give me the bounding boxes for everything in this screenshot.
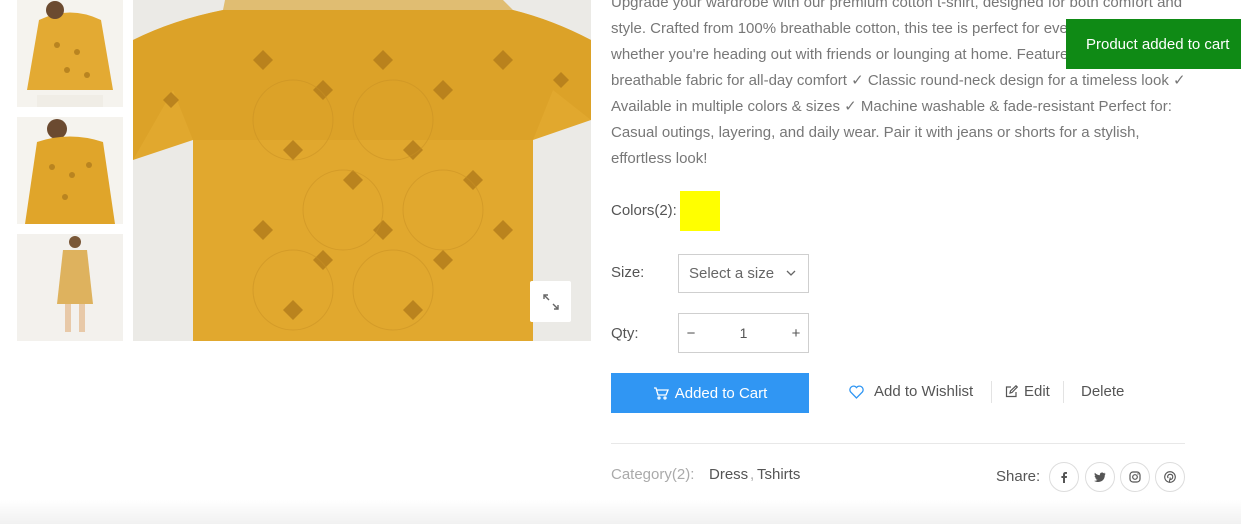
dress-thumbnail-image-1 (17, 0, 123, 107)
add-to-cart-label: Added to Cart (674, 384, 768, 402)
colors-label: Colors(2): (611, 202, 677, 219)
add-to-cart-button[interactable]: Added to Cart (611, 373, 809, 413)
size-label: Size: (611, 264, 645, 281)
qty-decrease-button[interactable]: − (679, 325, 703, 342)
pinterest-icon (1164, 471, 1176, 483)
footer-shadow (0, 500, 1241, 524)
cart-icon (653, 387, 669, 400)
category-label: Category(2): (611, 466, 695, 483)
quantity-stepper: − 1 + (678, 313, 809, 353)
dress-thumbnail-image-2 (17, 117, 123, 224)
heart-icon (849, 385, 864, 399)
share-facebook-button[interactable] (1049, 462, 1079, 492)
instagram-icon (1129, 471, 1141, 483)
qty-input[interactable]: 1 (703, 325, 784, 341)
dress-thumbnail-1[interactable] (17, 0, 123, 107)
dress-thumbnail-3[interactable] (17, 234, 123, 341)
dress-thumbnail-2[interactable] (17, 117, 123, 224)
twitter-icon (1094, 471, 1106, 482)
toast-message: Product added to cart (1086, 35, 1230, 53)
share-pinterest-button[interactable] (1155, 462, 1185, 492)
qty-label: Qty: (611, 325, 639, 342)
action-divider (991, 381, 992, 403)
expand-icon (542, 293, 559, 310)
delete-link[interactable]: Delete (1081, 383, 1124, 400)
size-select[interactable]: Select a size (678, 254, 809, 293)
share-twitter-button[interactable] (1085, 462, 1115, 492)
color-swatch-yellow[interactable] (680, 191, 720, 231)
action-divider (1063, 381, 1064, 403)
yellow-dress-main-image (133, 0, 591, 341)
category-separator: , (750, 466, 755, 483)
share-instagram-button[interactable] (1120, 462, 1150, 492)
category-link-tshirts[interactable]: Tshirts (757, 466, 800, 483)
divider (611, 443, 1185, 444)
add-to-wishlist-link[interactable]: Add to Wishlist (849, 383, 973, 400)
delete-label: Delete (1081, 383, 1125, 400)
wishlist-label: Add to Wishlist (874, 383, 974, 400)
zoom-button[interactable] (530, 281, 571, 322)
share-label: Share: (996, 468, 1041, 485)
category-link-dress[interactable]: Dress (709, 466, 748, 483)
qty-increase-button[interactable]: + (784, 325, 808, 342)
chevron-down-icon (786, 270, 796, 276)
size-select-value: Select a size (689, 265, 775, 282)
edit-label: Edit (1024, 383, 1050, 400)
edit-link[interactable]: Edit (1005, 383, 1050, 400)
dress-thumbnail-image-3 (17, 234, 123, 341)
cart-toast-notification: Product added to cart (1066, 19, 1241, 69)
edit-icon (1005, 385, 1018, 398)
product-main-image (133, 0, 591, 341)
facebook-icon (1061, 472, 1067, 483)
